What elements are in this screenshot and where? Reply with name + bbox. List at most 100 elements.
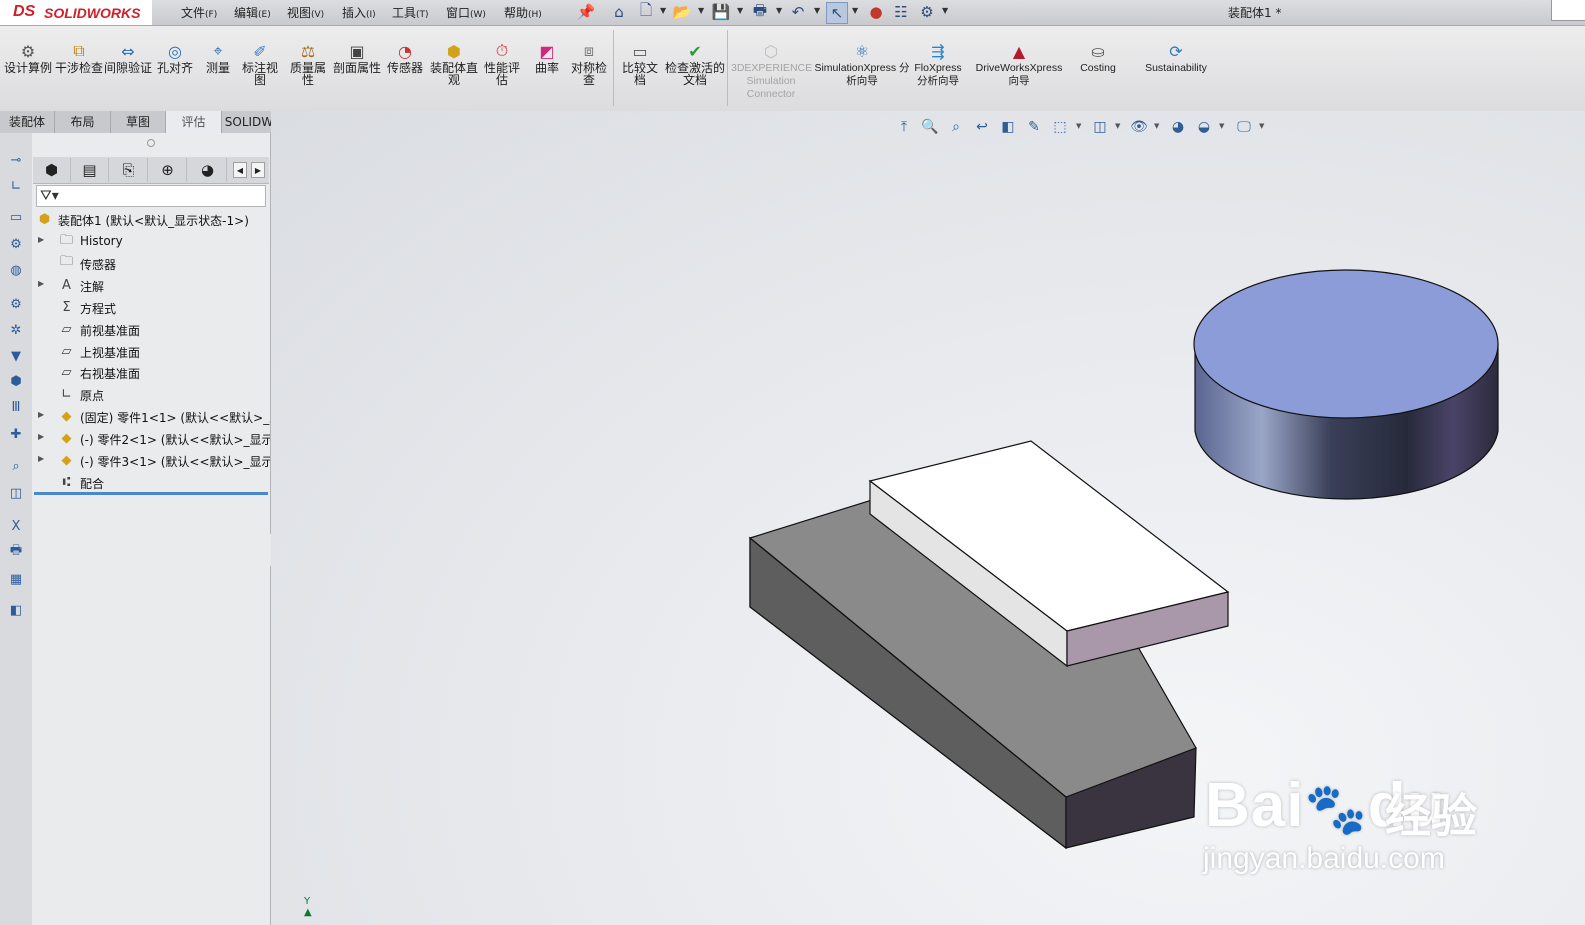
solidworks-logo[interactable]: DS SOLIDWORKS: [0, 0, 152, 25]
tab-scroll-left-icon[interactable]: ◀: [233, 162, 247, 178]
ribbon-button-clearance[interactable]: ⇔ 间隙验证: [104, 26, 152, 75]
ribbon-button-costing[interactable]: ⛀ Costing: [1071, 26, 1125, 75]
tab-2[interactable]: 草图: [111, 111, 166, 133]
excel-icon[interactable]: X: [6, 516, 26, 536]
tab-scroll-right-icon[interactable]: ▶: [251, 162, 265, 178]
zoom-to-area-icon[interactable]: ⌕: [945, 116, 967, 138]
new-document-icon[interactable]: 🗋: [636, 1, 656, 22]
ribbon-button-sensor[interactable]: ◔ 传感器: [383, 26, 427, 75]
zoom-to-fit-icon[interactable]: 🔍: [919, 116, 941, 138]
ribbon-button-performance[interactable]: ⏱ 性能评估: [479, 26, 525, 86]
chevron-down-icon[interactable]: ▼: [1115, 122, 1120, 130]
options-gear-icon[interactable]: ⚙: [917, 2, 937, 22]
rebuild-traffic-light-icon[interactable]: ●: [866, 2, 886, 22]
menu-item[interactable]: 窗口(W): [446, 4, 486, 21]
ribbon-button-assembly-visualization[interactable]: ⬢ 装配体直观: [429, 26, 479, 87]
angle-icon[interactable]: ∟: [6, 176, 26, 196]
edit-appearance-icon[interactable]: ◕: [1167, 116, 1189, 138]
print-icon[interactable]: 🖶: [750, 1, 770, 22]
assembly-icon[interactable]: ⚙: [6, 234, 26, 254]
chevron-down-icon[interactable]: ▼: [660, 6, 666, 15]
expand-arrow-icon[interactable]: ▶: [38, 454, 44, 463]
image-icon[interactable]: ▦: [6, 569, 26, 589]
menu-item[interactable]: 插入(I): [342, 4, 376, 21]
tree-item[interactable]: Σ 方程式: [34, 297, 270, 319]
apply-scene-icon[interactable]: ◒: [1193, 116, 1215, 138]
ribbon-button-floxpress[interactable]: ⇶ FloXpress 分析向导: [910, 26, 966, 88]
tree-item[interactable]: ▶ ◆ (固定) 零件1<1> (默认<<默认>_显: [34, 406, 270, 428]
tree-item[interactable]: ▶ A 注解: [34, 275, 270, 297]
select-cursor-icon[interactable]: ↖: [826, 2, 848, 24]
ribbon-button-design-study[interactable]: ⚙ 设计算例: [4, 26, 52, 75]
tree-item[interactable]: ⑆ 配合: [34, 472, 270, 494]
report-icon[interactable]: ◧: [6, 600, 26, 620]
configuration-manager-tab-icon[interactable]: ⎘: [110, 158, 148, 182]
expand-arrow-icon[interactable]: ▶: [38, 432, 44, 441]
ribbon-button-compare[interactable]: ▭ 比较文档: [617, 26, 663, 87]
dynamic-annotation-icon[interactable]: ✎: [1023, 116, 1045, 138]
ribbon-button-curvature[interactable]: ◩ 曲率: [530, 26, 564, 75]
section-view-icon[interactable]: ◧: [997, 116, 1019, 138]
tab-0[interactable]: 装配体: [0, 111, 55, 133]
settings-icon[interactable]: ⚙: [6, 294, 26, 314]
cylinder-part[interactable]: [1193, 269, 1499, 500]
home-icon[interactable]: ⌂: [609, 2, 629, 22]
view-settings-monitor-icon[interactable]: 🖵: [1233, 116, 1255, 138]
globe-icon[interactable]: ◍: [6, 260, 26, 280]
display-style-icon[interactable]: ◫: [1089, 116, 1111, 138]
tree-item[interactable]: ▱ 上视基准面: [34, 341, 270, 363]
ribbon-button-check-document[interactable]: ✔ 检查激活的文档: [665, 26, 725, 87]
ribbon-button-mass-properties[interactable]: ⚖ 质量属性: [285, 26, 331, 87]
menu-item[interactable]: 工具(T): [392, 4, 429, 21]
expand-arrow-icon[interactable]: ▶: [38, 410, 44, 419]
funnel-icon[interactable]: ▼: [6, 346, 26, 366]
chevron-down-icon[interactable]: ▼: [776, 6, 782, 15]
view-orientation-cube-icon[interactable]: ⬚: [1049, 116, 1071, 138]
panel-grip[interactable]: [32, 137, 270, 151]
ribbon-button-simulationxpress[interactable]: ⚛ SimulationXpress 分析向导: [814, 26, 910, 88]
filter-icon[interactable]: ⛛▾: [40, 188, 59, 204]
window-control-button[interactable]: [1551, 0, 1585, 21]
menu-item[interactable]: 帮助(H): [504, 4, 542, 21]
tree-root-assembly[interactable]: ⬢ 装配体1 (默认<默认_显示状态-1>): [34, 209, 270, 231]
display-icon[interactable]: ▭: [6, 207, 26, 227]
tab-3[interactable]: 评估: [166, 111, 222, 133]
hide-show-items-icon[interactable]: 👁: [1128, 116, 1150, 138]
spring-icon[interactable]: Ⅲ: [6, 397, 26, 417]
location-pin-icon[interactable]: ⬢: [6, 371, 26, 391]
display-manager-tab-icon[interactable]: ◕: [189, 158, 227, 182]
tree-item[interactable]: ▱ 右视基准面: [34, 362, 270, 384]
chevron-down-icon[interactable]: ▼: [737, 6, 743, 15]
ribbon-button-measure[interactable]: ⌖ 测量: [200, 26, 236, 74]
search-icon[interactable]: ⌕: [6, 456, 26, 476]
rollback-bar[interactable]: [34, 492, 268, 495]
ribbon-button-driveworks[interactable]: ▲ DriveWorksXpress 向导: [970, 26, 1068, 88]
open-icon[interactable]: 📂: [672, 2, 692, 22]
view-orientation-icon[interactable]: ⤒: [893, 116, 915, 138]
feature-tree-tab-icon[interactable]: ⬢: [33, 158, 71, 182]
chevron-down-icon[interactable]: ▼: [1219, 122, 1224, 130]
property-manager-tab-icon[interactable]: ▤: [71, 158, 109, 182]
tree-item[interactable]: ▶ ◆ (-) 零件3<1> (默认<<默认>_显示状: [34, 450, 270, 472]
chevron-down-icon[interactable]: ▼: [1154, 122, 1159, 130]
printer-icon[interactable]: 🖶: [6, 542, 26, 562]
chevron-down-icon[interactable]: ▼: [814, 6, 820, 15]
menu-item[interactable]: 编辑(E): [234, 4, 271, 21]
chevron-down-icon[interactable]: ▼: [1076, 122, 1081, 130]
ribbon-button-interference[interactable]: ⧉ 干涉检查: [55, 26, 103, 74]
menu-item[interactable]: 视图(V): [287, 4, 324, 21]
binoculars-icon[interactable]: ◫: [6, 483, 26, 503]
tab-1[interactable]: 布局: [55, 111, 111, 133]
tree-filter[interactable]: ⛛▾: [36, 185, 266, 207]
tree-item[interactable]: ▶ 🗀 History: [34, 231, 270, 253]
expand-arrow-icon[interactable]: ▶: [38, 235, 44, 244]
file-properties-icon[interactable]: ☷: [891, 2, 911, 22]
ribbon-button-annotate-view[interactable]: ✐ 标注视图: [237, 26, 283, 87]
menu-item[interactable]: 文件(F): [181, 4, 217, 21]
chevron-down-icon[interactable]: ▼: [1259, 122, 1264, 130]
ribbon-button-symmetry[interactable]: ⧈ 对称检查: [566, 26, 612, 86]
chevron-down-icon[interactable]: ▼: [698, 6, 704, 15]
previous-view-icon[interactable]: ↩: [971, 116, 993, 138]
move-icon[interactable]: ✚: [6, 424, 26, 444]
expand-arrow-icon[interactable]: ▶: [38, 279, 44, 288]
